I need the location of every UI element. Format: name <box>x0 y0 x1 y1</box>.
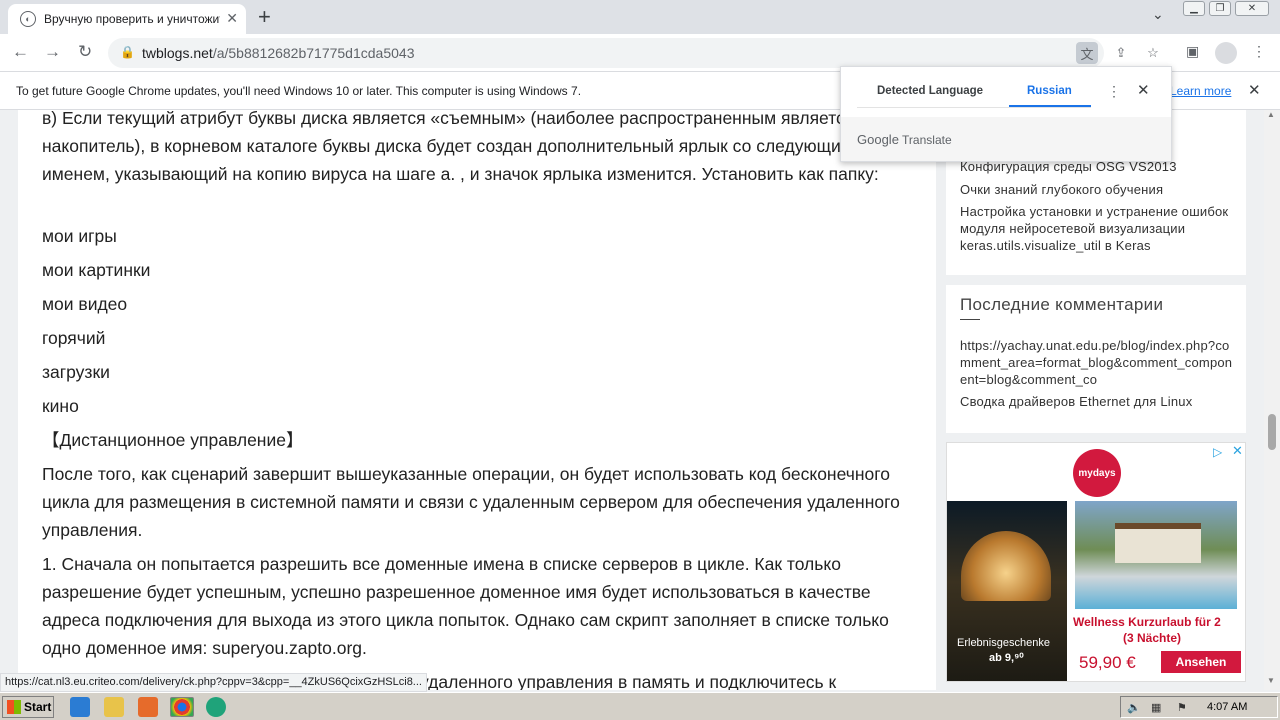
restore-button[interactable]: ❐ <box>1209 1 1231 16</box>
adchoices-icon[interactable]: ▷ <box>1213 445 1222 459</box>
glowing-dome-picture <box>961 531 1051 601</box>
folder-name-item: мои игры <box>42 226 117 246</box>
ad-cta-button[interactable]: Ansehen <box>1161 651 1241 673</box>
recent-post-link[interactable]: Очки знаний глубокого обучения <box>960 181 1236 198</box>
folder-name-item: мои картинки <box>42 260 151 280</box>
advertisement[interactable]: mydays ▷ ✕ Erlebnisgeschenke ab 9,⁹⁰ Wel… <box>946 442 1246 682</box>
ad-price: 59,90 € <box>1079 653 1136 672</box>
learn-more-link[interactable]: Learn more <box>1170 84 1231 98</box>
taskbar-clock[interactable]: 4:07 AM <box>1207 701 1247 713</box>
infobar-message: To get future Google Chrome updates, you… <box>16 84 582 98</box>
article-paragraph: удаленного управления в память и подключ… <box>420 672 837 690</box>
edge-icon[interactable] <box>206 697 226 717</box>
folder-name-item: горячий <box>42 328 106 348</box>
title-underline <box>960 319 980 320</box>
internet-explorer-icon[interactable] <box>70 697 90 717</box>
scrollbar-thumb[interactable] <box>1268 414 1276 450</box>
tab-target-language[interactable]: Russian <box>1027 85 1072 97</box>
reload-icon[interactable]: ↻ <box>78 42 92 62</box>
folder-name-item: мои видео <box>42 294 128 314</box>
close-tab-icon[interactable]: ✕ <box>226 10 238 27</box>
back-icon[interactable]: ← <box>12 42 29 62</box>
translate-footer: Google Translate <box>841 117 1171 161</box>
close-window-button[interactable]: ✕ <box>1235 1 1269 16</box>
flag-tray-icon[interactable]: ⚑ <box>1177 701 1187 714</box>
article-paragraph: в) Если текущий атрибут буквы диска явля… <box>42 110 901 184</box>
start-button[interactable]: Start <box>2 696 54 718</box>
article-body: в) Если текущий атрибут буквы диска явля… <box>18 110 936 690</box>
scroll-down-icon[interactable]: ▼ <box>1267 676 1275 685</box>
google-translate-logo: Google Translate <box>857 132 952 147</box>
system-tray: 🔈 ▦ ⚑ 4:07 AM <box>1120 696 1278 718</box>
folder-name-item: загрузки <box>42 362 110 382</box>
windows-taskbar: Start 🔈 ▦ ⚑ 4:07 AM <box>0 692 1280 720</box>
ad-subheadline: (3 Nächte) <box>1123 631 1182 645</box>
comments-title: Последние комментарии <box>960 295 1164 314</box>
page-favicon-icon: ◐ <box>20 11 36 27</box>
minimize-button[interactable]: ▁ <box>1183 1 1205 16</box>
translate-close-icon[interactable]: ✕ <box>1137 81 1150 99</box>
ad-close-icon[interactable]: ✕ <box>1232 443 1243 459</box>
forward-icon[interactable]: → <box>44 42 61 62</box>
comment-link[interactable]: Сводка драйверов Ethernet для Linux <box>960 393 1236 410</box>
ad-image-dome[interactable]: Erlebnisgeschenke ab 9,⁹⁰ <box>947 501 1067 681</box>
network-icon[interactable]: ▦ <box>1151 701 1161 714</box>
scroll-up-icon[interactable]: ▲ <box>1267 110 1275 119</box>
media-player-icon[interactable] <box>138 697 158 717</box>
tab-strip: ◐ Вручную проверить и уничтожить ✕ + ⌄ ▁… <box>0 0 1280 34</box>
share-icon[interactable]: ⇪ <box>1110 42 1132 64</box>
ad-caption-price: ab 9,⁹⁰ <box>989 652 1024 664</box>
bookmark-star-icon[interactable]: ☆ <box>1142 42 1164 64</box>
status-bubble: https://cat.nl3.eu.criteo.com/delivery/c… <box>0 673 427 692</box>
address-bar[interactable]: 🔒 twblogs.net/a/5b8812682b71775d1cda5043… <box>108 38 1159 68</box>
hotel-picture <box>1115 523 1201 563</box>
tab-title: Вручную проверить и уничтожить <box>44 12 220 26</box>
ad-headline: Wellness Kurzurlaub für 2 <box>1073 615 1221 629</box>
file-explorer-icon[interactable] <box>104 697 124 717</box>
recent-post-link[interactable]: Настройка установки и устранение ошибок … <box>960 203 1236 254</box>
ad-image-hotel[interactable] <box>1075 501 1237 609</box>
ad-brand-logo[interactable]: mydays <box>1073 449 1121 497</box>
url-text[interactable]: twblogs.net/a/5b8812682b71775d1cda5043 <box>142 45 414 61</box>
folder-name-item: кино <box>42 396 79 416</box>
section-heading: 【Дистанционное управление】 <box>42 430 304 450</box>
windows-logo-icon <box>7 700 21 714</box>
translate-options-icon[interactable]: ⋮ <box>1107 83 1121 100</box>
web-page: в) Если текущий атрибут буквы диска явля… <box>0 110 1264 690</box>
lock-icon[interactable]: 🔒 <box>120 45 135 59</box>
browser-tab[interactable]: ◐ Вручную проверить и уничтожить ✕ <box>8 4 246 34</box>
article-paragraph: После того, как сценарий завершит вышеук… <box>42 464 900 540</box>
comment-link[interactable]: https://yachay.unat.edu.pe/blog/index.ph… <box>960 337 1236 388</box>
article-paragraph: 1. Сначала он попытается разрешить все д… <box>42 554 889 658</box>
recent-comments-card: Последние комментарии https://yachay.una… <box>946 285 1246 433</box>
translate-popup: Detected Language Russian ⋮ ✕ Google Tra… <box>840 66 1172 162</box>
tab-search-icon[interactable]: ⌄ <box>1152 6 1164 23</box>
ad-caption: Erlebnisgeschenke <box>957 637 1050 649</box>
tab-detected-language[interactable]: Detected Language <box>877 85 983 97</box>
tab-divider <box>857 107 1091 108</box>
page-scrollbar[interactable]: ▲ ▼ <box>1264 110 1280 690</box>
new-tab-button[interactable]: + <box>258 4 271 30</box>
profile-avatar[interactable] <box>1215 42 1237 64</box>
active-tab-indicator <box>1009 105 1091 107</box>
side-panel-icon[interactable]: ▣ <box>1186 43 1199 60</box>
menu-kebab-icon[interactable]: ⋮ <box>1252 43 1266 60</box>
translate-icon[interactable]: 文 <box>1076 42 1098 64</box>
chrome-taskbar-icon[interactable] <box>170 697 194 717</box>
volume-icon[interactable]: 🔈 <box>1127 701 1141 714</box>
infobar-close-icon[interactable]: ✕ <box>1248 81 1261 99</box>
